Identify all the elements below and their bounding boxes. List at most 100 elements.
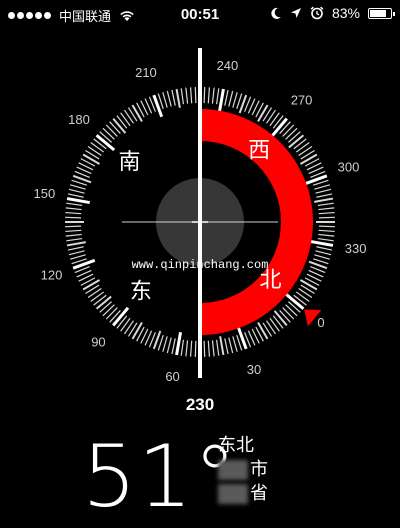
compass-tick: [317, 202, 334, 207]
compass-tick: [298, 288, 313, 298]
compass-tick: [269, 112, 280, 127]
location-province: 省: [218, 482, 268, 506]
compass-tick: [318, 207, 335, 211]
compass-tick: [68, 250, 85, 256]
compass-tick: [217, 88, 225, 112]
compass-tick: [175, 332, 183, 356]
compass-tick: [279, 310, 291, 323]
compass-tick: [65, 216, 82, 219]
location-block: 东北 市 省: [218, 434, 268, 506]
compass-tick: [295, 291, 310, 302]
compass-tick: [266, 109, 276, 124]
compass-tick: [304, 174, 328, 186]
compass-tick: [65, 207, 82, 211]
compass-tick: [65, 225, 82, 228]
compass-tick: [65, 211, 82, 215]
compass-tick: [66, 202, 83, 207]
compass-tick: [228, 337, 234, 354]
compass-tick: [162, 92, 168, 108]
compass-tick: [293, 138, 307, 150]
cardinal-south: 南: [119, 150, 141, 175]
compass-tick: [152, 94, 164, 118]
compass-tick: [65, 233, 82, 237]
compass-tick: [166, 90, 172, 107]
compass-tick: [120, 317, 131, 332]
compass-tick: [87, 288, 102, 298]
degree-label: 60: [165, 369, 179, 384]
compass-tick: [66, 197, 90, 205]
watermark-text: www.qinpinchang.com: [132, 258, 269, 272]
compass-tick: [102, 127, 115, 140]
cardinal-west: 西: [248, 139, 270, 164]
compass-tick: [224, 338, 229, 355]
compass-tick: [95, 295, 112, 310]
compass-tick: [109, 121, 121, 134]
location-city: 市: [218, 458, 268, 482]
compass-tick: [273, 310, 288, 327]
redacted-region: [218, 484, 248, 504]
compass-tick: [189, 340, 193, 357]
heading-degree-label: 230: [186, 395, 214, 414]
compass-tick: [131, 104, 143, 123]
compass-tick: [211, 340, 215, 357]
compass-tick: [90, 142, 105, 153]
compass-tick: [282, 124, 295, 137]
degree-label: 210: [135, 65, 157, 80]
compass-tick: [90, 291, 105, 302]
compass-tick: [257, 104, 269, 123]
compass-tick: [65, 229, 82, 233]
compass-tick: [314, 184, 330, 190]
compass-tick: [224, 89, 229, 106]
compass-dial[interactable]: 0306090120150180210 240270300330 北东南西 www…: [0, 0, 400, 428]
compass-tick: [298, 146, 313, 156]
degree-label: 300: [338, 159, 360, 174]
compass-tick: [93, 294, 107, 306]
compass-tick: [124, 109, 134, 124]
compass-tick: [175, 88, 181, 108]
cardinal-east: 东: [130, 279, 152, 304]
compass-tick: [288, 134, 305, 149]
compass-tick: [299, 279, 318, 291]
compass-tick: [215, 339, 220, 356]
compass-tick: [211, 87, 215, 104]
compass-tick: [316, 246, 333, 251]
degree-label: 180: [68, 112, 90, 127]
compass-tick: [316, 193, 333, 198]
degree-label: 90: [91, 334, 105, 349]
compass-tick: [207, 340, 211, 357]
compass-tick: [272, 315, 284, 329]
degree-label: 270: [291, 92, 313, 107]
compass-tick: [310, 239, 334, 247]
compass-tick: [282, 307, 295, 320]
compass-tick: [318, 229, 335, 233]
compass-tick: [166, 337, 172, 354]
compass-tick: [102, 304, 115, 317]
compass-tick: [171, 89, 176, 106]
compass-tick: [185, 340, 189, 357]
compass-tick: [67, 246, 84, 251]
compass-tick: [203, 340, 206, 357]
compass-tick: [67, 193, 84, 198]
compass-tick: [87, 146, 102, 156]
compass-tick: [314, 254, 330, 260]
degree-label: 30: [247, 362, 261, 377]
compass-tick: [219, 336, 225, 356]
compass-tick: [236, 326, 248, 350]
compass-tick: [194, 87, 197, 104]
compass-tick: [285, 127, 298, 140]
compass-tick: [70, 254, 86, 260]
compass-tick: [124, 320, 134, 335]
degree-label: 330: [345, 241, 367, 256]
compass-tick: [99, 301, 112, 313]
compass-tick: [120, 112, 131, 127]
compass-tick: [162, 336, 168, 352]
city-suffix: 市: [250, 459, 268, 480]
compass-tick: [189, 87, 193, 104]
heading-degrees: 51°: [82, 427, 238, 527]
compass-tick: [318, 216, 335, 219]
degree-label: 150: [34, 186, 56, 201]
compass-tick: [315, 250, 332, 256]
compass-tick: [68, 188, 85, 194]
compass-tick: [228, 90, 234, 107]
province-suffix: 省: [250, 483, 268, 504]
